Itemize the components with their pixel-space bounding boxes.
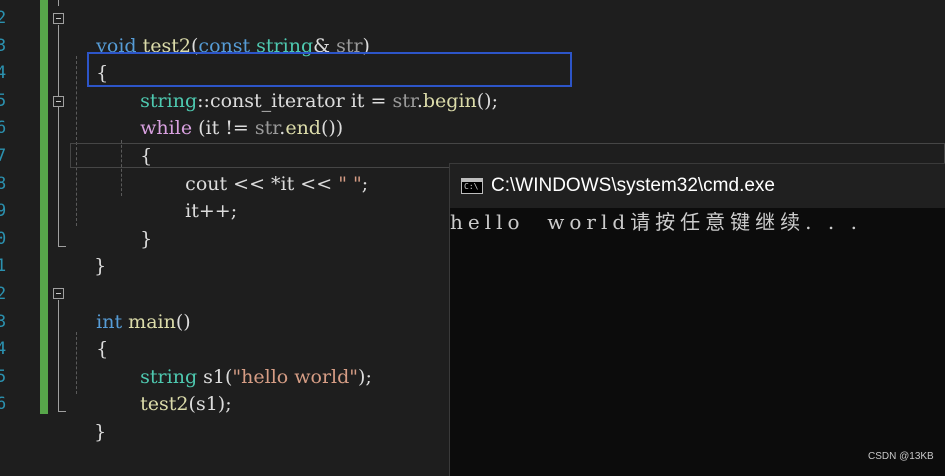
punctuation: (s1); — [188, 393, 232, 416]
line-number: 6 — [0, 394, 7, 415]
outline-line — [58, 25, 59, 247]
brace: } — [94, 420, 107, 443]
code-line[interactable]: } — [116, 198, 152, 250]
string-literal: " " — [338, 172, 362, 195]
console-icon: C:\ — [461, 178, 483, 194]
code-line[interactable]: cout << *it << " "; — [161, 143, 368, 195]
code-line[interactable]: int main() — [72, 281, 191, 333]
code-line[interactable]: { — [116, 115, 152, 167]
code-line[interactable]: } — [70, 391, 106, 443]
punctuation: ()) — [320, 117, 344, 140]
punctuation: () — [175, 310, 191, 333]
outline-line — [58, 300, 59, 412]
line-number: 2 — [0, 284, 7, 304]
outline-line-end — [58, 246, 66, 247]
console-title: C:\WINDOWS\system32\cmd.exe — [491, 175, 775, 196]
statement: it++; — [185, 200, 238, 223]
line-number: 6 — [0, 118, 7, 139]
brace: { — [140, 144, 153, 167]
punctuation: << *it << — [227, 172, 339, 195]
code-line[interactable]: } — [70, 226, 106, 277]
punctuation: it = — [344, 89, 393, 112]
parameter: str — [254, 117, 280, 140]
collapse-icon[interactable] — [53, 288, 64, 299]
string-literal: "hello world" — [232, 365, 359, 388]
code-line[interactable]: test2(s1); — [116, 364, 231, 415]
change-indicator-bar — [40, 0, 48, 414]
code-line[interactable]: while (it != str.end()) — [116, 88, 343, 139]
line-number: 2 — [0, 8, 7, 28]
line-number: 9 — [0, 201, 7, 222]
console-title-bar[interactable]: C:\ C:\WINDOWS\system32\cmd.exe — [450, 164, 945, 208]
line-number: 4 — [0, 63, 7, 84]
line-number: 3 — [0, 35, 7, 56]
code-line[interactable]: string s1("hello world"); — [116, 336, 372, 388]
function-name: test2 — [140, 393, 189, 416]
code-line[interactable]: void test2(const string& str) — [72, 5, 370, 57]
line-number: 5 — [0, 90, 7, 111]
function-name: begin — [422, 89, 477, 112]
brace: } — [94, 255, 107, 278]
function-name: end — [285, 117, 321, 140]
line-number: 4 — [0, 339, 7, 360]
code-line[interactable]: { — [72, 309, 108, 360]
outline-line-end — [58, 411, 66, 412]
parameter: str — [392, 89, 417, 112]
line-number: 7 — [0, 146, 7, 166]
punctuation: ; — [361, 172, 369, 195]
line-number: 8 — [0, 173, 7, 194]
console-window[interactable]: C:\ C:\WINDOWS\system32\cmd.exe hello wo… — [449, 163, 945, 476]
code-line[interactable]: it++; — [161, 171, 237, 222]
brace: } — [140, 227, 153, 250]
collapse-icon[interactable] — [53, 13, 64, 24]
line-number: 3 — [0, 311, 7, 332]
line-number: 0 — [0, 228, 7, 249]
outline-line — [58, 0, 59, 6]
line-number: 5 — [0, 366, 7, 387]
watermark: CSDN @13KB — [868, 451, 934, 462]
line-number: 1 — [0, 256, 7, 277]
collapse-icon[interactable] — [53, 96, 64, 107]
punctuation: (it != — [192, 117, 255, 140]
annotation-highlight-box — [87, 52, 572, 87]
brace: { — [96, 338, 109, 361]
punctuation: ); — [358, 365, 372, 388]
function-name: main — [128, 310, 176, 333]
console-output: hello world请按任意键继续. . . — [450, 210, 862, 234]
punctuation: (); — [476, 89, 498, 112]
